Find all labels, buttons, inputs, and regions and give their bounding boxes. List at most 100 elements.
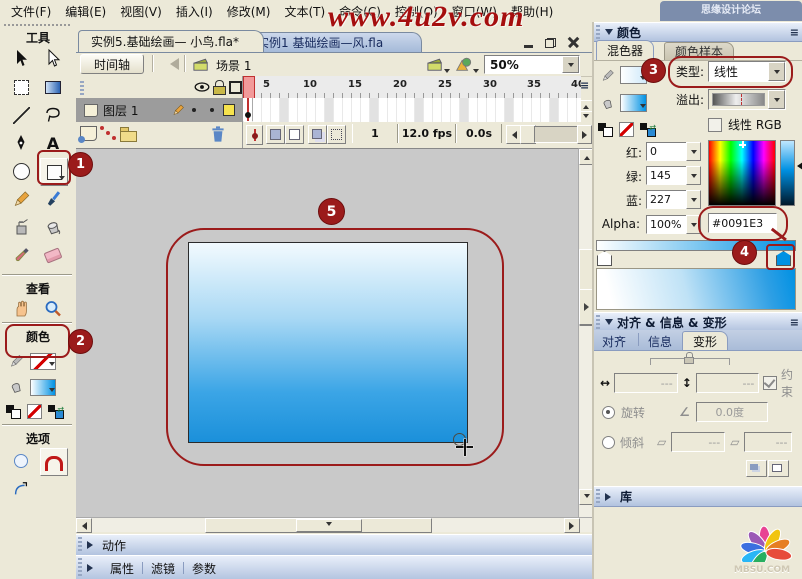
mixer-stroke-color[interactable] [600,66,647,84]
layer-row[interactable]: 图层 1 [76,98,242,123]
expand-arrow-icon[interactable] [605,492,615,501]
show-hide-layers-eye-icon[interactable] [194,81,210,93]
insert-layer-button[interactable] [78,126,97,143]
color-panel-header[interactable]: 颜色 ≡ [594,22,802,42]
mixer-fill-color[interactable] [600,94,647,112]
drawn-gradient-rectangle[interactable] [188,242,468,443]
gradient-stop-start[interactable] [597,251,612,266]
brush-tool[interactable] [40,186,66,212]
tab-color-mixer[interactable]: 混色器 [596,40,655,60]
edit-scene-button[interactable] [426,56,444,72]
timeline-grip[interactable] [80,81,84,97]
hscroll-left-button[interactable] [76,518,92,533]
tab-properties[interactable]: 属性 [102,560,142,577]
pen-tool[interactable] [8,130,34,156]
timeline-toggle-button[interactable]: 时间轴 [80,54,144,74]
back-arrow-icon[interactable] [164,58,179,70]
blue-field[interactable]: 227 [646,190,691,209]
edit-symbol-button[interactable] [454,55,472,73]
delete-layer-trash-icon[interactable] [210,125,226,143]
mixer-fill-swatch[interactable] [620,94,647,112]
green-field[interactable]: 145 [646,166,691,185]
frame-rate-indicator[interactable]: 12.0 fps [398,124,456,143]
actions-panel-title[interactable]: 动作 [102,537,126,554]
blue-stepper[interactable] [686,190,701,209]
brightness-slider[interactable] [780,140,795,206]
menu-modify[interactable]: 修改(M) [220,0,278,23]
option-smooth[interactable] [8,476,34,502]
edit-multiple-frames-button[interactable] [308,125,327,144]
rotate-angle-field[interactable]: 0.0度 [695,402,768,422]
reset-transform-button[interactable] [768,460,789,477]
gradient-transform-tool[interactable] [40,74,66,100]
stroke-color-swatch[interactable] [30,352,56,370]
tab-align[interactable]: 对齐 [602,333,626,350]
default-colors-button[interactable] [598,122,613,137]
fill-color-swatch[interactable] [30,378,56,396]
option-round-rect[interactable] [8,448,34,474]
layer-name[interactable]: 图层 1 [103,102,138,119]
layer-visibility-dot[interactable] [192,108,196,112]
tab-color-swatches[interactable]: 颜色样本 [664,42,735,60]
width-field[interactable]: --- [614,373,678,393]
collapse-arrow-icon[interactable] [605,318,613,329]
layer-outline-color-swatch[interactable] [223,104,235,116]
free-transform-tool[interactable] [8,74,34,100]
library-panel-bar[interactable]: 库 [594,486,802,507]
selection-tool[interactable] [8,46,34,72]
timeline-hscroll-left[interactable] [506,125,521,144]
overflow-dropdown-button[interactable] [768,90,785,109]
zoom-tool[interactable] [40,296,66,322]
document-tab-inactive[interactable]: 实例1 基础绘画—风.fla [244,32,422,52]
skew-h-field[interactable]: --- [671,432,726,452]
tab-filters[interactable]: 滤镜 [143,560,183,577]
brightness-slider-marker[interactable] [793,162,802,170]
rotate-radio[interactable] [602,405,615,419]
transform-panel-menu-icon[interactable]: ≡ [790,316,802,329]
modify-onion-markers-button[interactable] [327,125,346,144]
menu-file[interactable]: 文件(F) [4,0,58,23]
tab-info[interactable]: 信息 [648,333,672,350]
rectangle-tool[interactable] [40,158,68,186]
hex-color-field[interactable]: #0091E3 [708,213,777,233]
frames-area[interactable] [242,98,581,123]
skew-radio[interactable] [602,435,615,449]
ink-bottle-tool[interactable] [8,214,34,240]
window-close-button[interactable] [565,35,581,48]
collapse-arrow-icon[interactable] [605,28,613,39]
color-panel-menu-icon[interactable]: ≡ [790,26,802,39]
menu-edit[interactable]: 编辑(E) [58,0,113,23]
default-colors-button[interactable] [6,404,21,419]
color-spectrum[interactable] [708,140,776,206]
fill-type-dropdown-button[interactable] [768,62,785,81]
eraser-tool[interactable] [40,242,66,268]
playhead[interactable] [243,76,255,98]
actions-grip[interactable] [78,537,82,553]
expand-arrow-icon[interactable] [87,564,97,572]
gradient-stops-track[interactable] [596,250,794,266]
insert-folder-button[interactable] [120,127,137,142]
option-snap[interactable] [40,448,68,476]
subselection-tool[interactable] [40,46,66,72]
lasso-tool[interactable] [40,102,66,128]
paint-bucket-tool[interactable] [40,214,66,240]
menu-insert[interactable]: 插入(I) [169,0,220,23]
fill-type-combo[interactable]: 线性 [708,61,786,82]
height-field[interactable]: --- [695,373,760,393]
window-minimize-button[interactable] [520,35,536,48]
constrain-checkbox[interactable] [763,376,777,390]
no-color-button[interactable] [27,404,42,419]
line-tool[interactable] [8,102,34,128]
linear-rgb-option[interactable]: 线性 RGB [708,116,782,133]
red-stepper[interactable] [686,142,701,161]
timeline-ruler[interactable]: 1 5 10 15 20 25 30 35 40 [242,76,581,99]
expand-arrow-icon[interactable] [87,541,97,549]
library-grip[interactable] [596,489,600,504]
copy-transform-button[interactable] [746,460,767,477]
properties-panel-bar[interactable]: 属性 滤镜 参数 [76,555,592,579]
linear-rgb-checkbox[interactable] [708,117,722,132]
center-frame-button[interactable] [246,125,263,145]
gradient-stop-end[interactable] [776,251,791,266]
tools-grip[interactable] [4,24,70,26]
pencil-tool[interactable] [8,186,34,212]
